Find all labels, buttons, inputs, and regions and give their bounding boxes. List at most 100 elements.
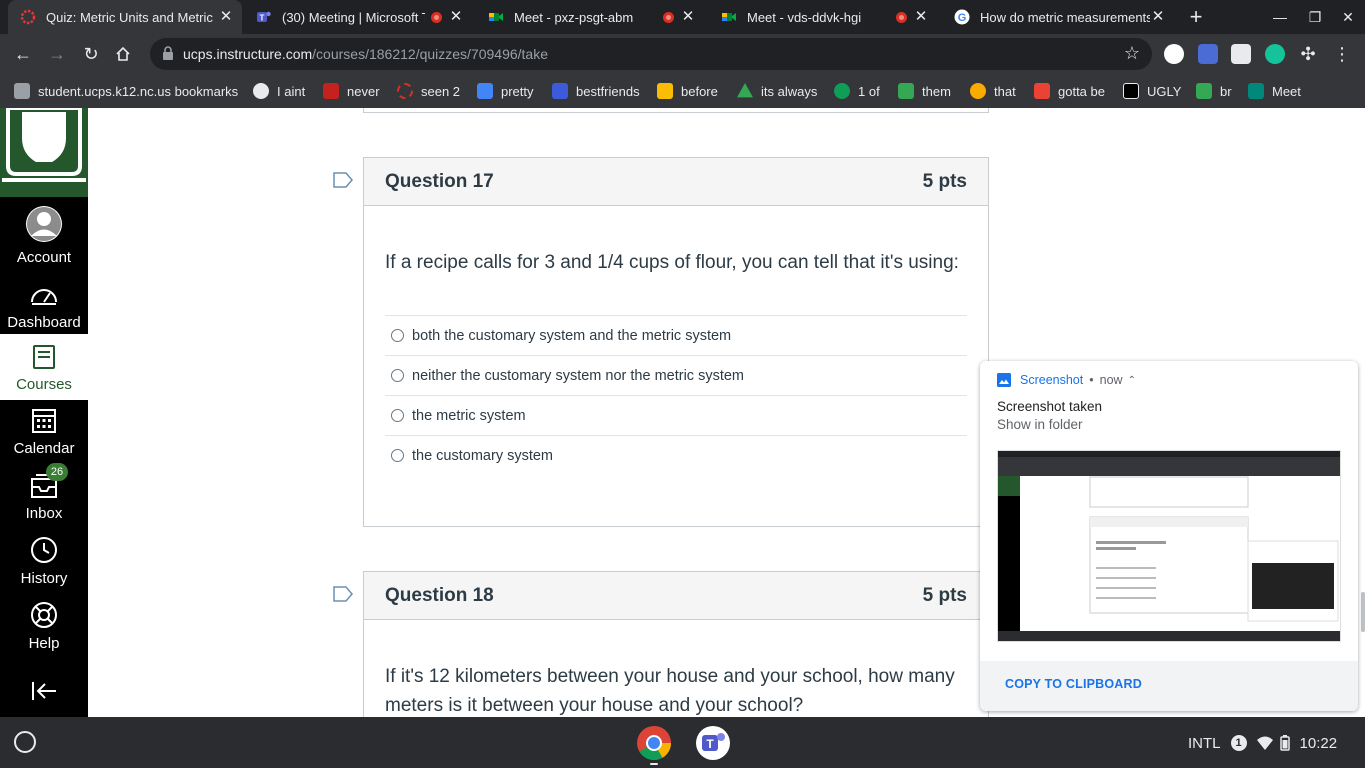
- radio-button[interactable]: [391, 449, 404, 462]
- close-tab-icon[interactable]: ✕: [913, 9, 929, 25]
- school-logo[interactable]: [0, 108, 88, 197]
- nav-history[interactable]: History: [0, 536, 88, 587]
- meet-icon: [488, 9, 504, 25]
- bookmark-item[interactable]: I aint: [253, 81, 305, 101]
- radio-button[interactable]: [391, 329, 404, 342]
- bookmark-item[interactable]: pretty: [477, 81, 534, 101]
- browser-toolbar: ← → ↻ ucps.instructure.com/courses/18621…: [0, 34, 1365, 74]
- tab-teams[interactable]: T (30) Meeting | Microsoft Teams ✕: [244, 0, 472, 34]
- dashboard-icon: [31, 289, 57, 305]
- canvas-logo-icon: [20, 9, 36, 25]
- close-tab-icon[interactable]: ✕: [448, 9, 464, 25]
- collapse-nav-button[interactable]: [0, 680, 88, 702]
- meet-icon: [1248, 83, 1264, 99]
- grammarly-icon[interactable]: [1265, 44, 1285, 64]
- bookmark-item[interactable]: before: [657, 81, 718, 101]
- answer-option[interactable]: both the customary system and the metric…: [385, 315, 967, 355]
- flag-question-icon[interactable]: [333, 586, 353, 602]
- question-title: Question 17: [385, 170, 494, 192]
- screen-extension-icon[interactable]: [1231, 44, 1251, 64]
- home-icon[interactable]: [111, 42, 135, 66]
- tab-title: Meet - vds-ddvk-hgi: [747, 9, 862, 25]
- teams-app-icon[interactable]: T: [695, 725, 731, 761]
- svg-text:G: G: [958, 12, 967, 24]
- nav-dashboard[interactable]: Dashboard: [0, 282, 88, 331]
- lp-extension-icon[interactable]: [1164, 44, 1184, 64]
- tab-google[interactable]: G How do metric measurements ✕: [942, 0, 1174, 34]
- nav-calendar[interactable]: Calendar: [0, 406, 88, 457]
- bookmark-star-icon[interactable]: ☆: [1124, 43, 1140, 64]
- chrome-icon[interactable]: [636, 725, 672, 761]
- notification-title: Screenshot taken: [997, 399, 1103, 414]
- image-icon: [997, 373, 1011, 387]
- flag-question-icon[interactable]: [333, 172, 353, 188]
- drive-icon: [737, 83, 753, 98]
- url-path: /courses/186212/quizzes/709496/take: [312, 46, 549, 62]
- bookmark-item[interactable]: gotta be: [1034, 81, 1105, 101]
- bookmark-item[interactable]: that: [970, 81, 1016, 101]
- screenshot-thumbnail[interactable]: [997, 450, 1341, 642]
- radio-button[interactable]: [391, 409, 404, 422]
- url-host: ucps.instructure.com: [183, 46, 313, 62]
- launcher-icon[interactable]: [14, 731, 36, 753]
- screenshot-notification[interactable]: Screenshot • now ⌃ Screenshot taken Show…: [980, 361, 1358, 711]
- courses-icon: [33, 345, 55, 369]
- bookmark-item[interactable]: its always: [737, 81, 817, 101]
- bookmark-item[interactable]: seen 2: [397, 81, 460, 101]
- minimize-icon[interactable]: —: [1270, 7, 1290, 27]
- calendar-extension-icon[interactable]: [1198, 44, 1218, 64]
- folder-icon: [14, 83, 30, 99]
- question-text: If a recipe calls for 3 and 1/4 cups of …: [385, 252, 959, 273]
- address-bar[interactable]: ucps.instructure.com/courses/186212/quiz…: [150, 38, 1152, 70]
- question-points: 5 pts: [922, 170, 967, 192]
- meet-icon: [898, 83, 914, 99]
- forward-icon[interactable]: →: [45, 42, 69, 66]
- answer-option[interactable]: neither the customary system nor the met…: [385, 355, 967, 395]
- new-tab-button[interactable]: +: [1184, 5, 1208, 29]
- bookmark-folder[interactable]: student.ucps.k12.nc.us bookmarks: [14, 81, 238, 101]
- answer-option[interactable]: the metric system: [385, 395, 967, 435]
- bookmark-item[interactable]: them: [898, 81, 951, 101]
- clock: 10:22: [1299, 734, 1338, 752]
- tab-quiz[interactable]: Quiz: Metric Units and Metric ✕: [8, 0, 242, 34]
- menu-kebab-icon[interactable]: ⋮: [1330, 42, 1354, 66]
- recording-icon: [663, 11, 674, 23]
- collapse-arrow-icon: [32, 682, 56, 700]
- nav-help[interactable]: Help: [0, 601, 88, 652]
- close-tab-icon[interactable]: ✕: [680, 9, 696, 25]
- question-17: Question 17 5 pts If a recipe calls for …: [363, 157, 989, 527]
- bookmark-item[interactable]: Meet: [1248, 81, 1301, 101]
- back-icon[interactable]: ←: [11, 42, 35, 66]
- system-shelf: T INTL 1 10:22: [0, 717, 1365, 768]
- bookmark-item[interactable]: 1 of: [834, 81, 880, 101]
- extensions-puzzle-icon[interactable]: ✣: [1296, 42, 1320, 66]
- notification-count-badge: 1: [1230, 735, 1247, 751]
- bookmark-item[interactable]: UGLY: [1123, 81, 1181, 101]
- restore-icon[interactable]: ❐: [1305, 7, 1325, 27]
- question-18: Question 18 5 pts If it's 12 kilometers …: [363, 571, 989, 717]
- page-scrollbar[interactable]: [1361, 592, 1365, 632]
- answer-option[interactable]: the customary system: [385, 435, 967, 475]
- close-tab-icon[interactable]: ✕: [218, 9, 234, 25]
- bookmark-item[interactable]: never: [323, 81, 380, 101]
- nav-inbox[interactable]: 26 Inbox: [0, 463, 88, 522]
- copy-to-clipboard-button[interactable]: COPY TO CLIPBOARD: [1005, 677, 1142, 691]
- question-text: If it's 12 kilometers between your house…: [385, 666, 955, 716]
- bookmark-item[interactable]: bestfriends: [552, 81, 640, 101]
- bookmark-favicon: [323, 83, 339, 99]
- nav-courses[interactable]: Courses: [0, 334, 88, 400]
- inbox-unread-badge: 26: [46, 463, 68, 481]
- status-tray[interactable]: INTL 1 10:22: [1180, 728, 1360, 758]
- svg-text:T: T: [260, 14, 265, 23]
- reload-icon[interactable]: ↻: [79, 42, 103, 66]
- chevron-up-icon[interactable]: ⌃: [1128, 375, 1136, 386]
- tab-meet-2[interactable]: Meet - vds-ddvk-hgi ✕: [709, 0, 937, 34]
- tab-title: How do metric measurements: [980, 9, 1150, 25]
- nav-account[interactable]: Account: [0, 205, 88, 266]
- bookmark-item[interactable]: br: [1196, 81, 1232, 101]
- close-window-icon[interactable]: ✕: [1338, 7, 1358, 27]
- show-in-folder-link[interactable]: Show in folder: [997, 417, 1083, 432]
- close-tab-icon[interactable]: ✕: [1150, 9, 1166, 25]
- radio-button[interactable]: [391, 369, 404, 382]
- tab-meet-1[interactable]: Meet - pxz-psgt-abm ✕: [476, 0, 704, 34]
